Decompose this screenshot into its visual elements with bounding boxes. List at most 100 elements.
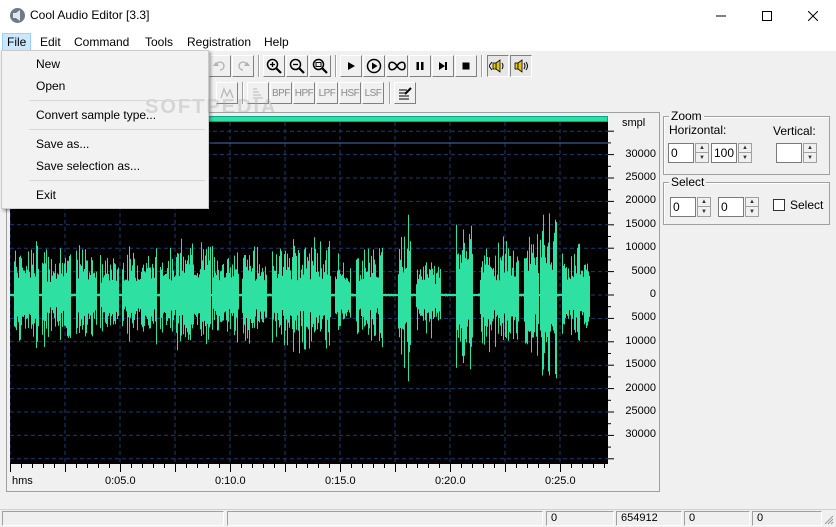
amplitude-label: 10000 (625, 241, 656, 254)
menu-item-save-as[interactable]: Save as... (36, 137, 89, 151)
amplitude-label: 5000 (631, 264, 656, 277)
select-start-field[interactable]: 0 (670, 197, 696, 217)
stereo-left-button[interactable] (487, 55, 509, 77)
amplitude-label: 30000 (625, 428, 656, 441)
zoom-in-icon (266, 58, 282, 74)
amplitude-label: 10000 (625, 334, 656, 347)
select-end-field[interactable]: 0 (718, 197, 744, 217)
time-ruler (10, 464, 605, 472)
play-button[interactable] (340, 55, 362, 77)
pause-icon (416, 62, 424, 70)
resize-grip-icon[interactable] (824, 515, 834, 525)
waveform-path (10, 213, 590, 382)
time-unit: hms (12, 475, 33, 487)
toolbar-separator (389, 82, 391, 104)
menu-command[interactable]: Command (69, 33, 134, 51)
menu-separator (29, 129, 205, 130)
amplitude-unit: smpl (622, 117, 646, 129)
amplitude-label: 30000 (625, 147, 656, 160)
close-button[interactable] (790, 0, 836, 31)
zoom-out-icon (289, 58, 305, 74)
speaker-app-icon (10, 8, 25, 23)
menu-item-convert-sample-type[interactable]: Convert sample type... (36, 108, 156, 122)
amplitude-label: 0 (649, 288, 656, 300)
pencil-list-icon (399, 87, 412, 100)
time-label: 0:20.0 (435, 475, 466, 487)
zoom-in-button[interactable] (263, 55, 285, 77)
select-checkbox-label: Select (790, 198, 824, 212)
amplitude-label: 25000 (625, 405, 656, 417)
redo-icon (238, 61, 250, 71)
menu-tools[interactable]: Tools (140, 33, 178, 51)
lpf-button[interactable]: LPF (316, 82, 338, 104)
select-checkbox[interactable] (773, 199, 785, 211)
menu-edit[interactable]: Edit (35, 33, 66, 51)
zoom-fit-icon (312, 58, 328, 74)
horizontal-label: Horizontal: (669, 123, 727, 137)
amplitude-label: 25000 (625, 171, 656, 183)
menu-item-save-selection-as[interactable]: Save selection as... (36, 159, 140, 173)
menu-item-new[interactable]: New (36, 57, 60, 71)
step-forward-button[interactable] (432, 55, 454, 77)
hpf-button[interactable]: HPF (293, 82, 315, 104)
menu-help[interactable]: Help (259, 33, 294, 51)
undo-button[interactable] (209, 55, 231, 77)
menu-separator (29, 180, 205, 181)
stop-button[interactable] (455, 55, 477, 77)
stop-icon (462, 62, 470, 70)
horizontal-zoom-value-field[interactable]: 100 (711, 143, 737, 163)
play-all-button[interactable] (363, 55, 385, 77)
zoom-group-title: Zoom (669, 109, 704, 123)
hsf-button[interactable]: HSF (339, 82, 361, 104)
minimize-button[interactable] (698, 0, 744, 31)
title-bar: Cool Audio Editor [3.3] (0, 0, 836, 31)
vertical-zoom-field[interactable] (776, 143, 802, 163)
menu-file[interactable]: File (2, 33, 32, 51)
horizontal-zoom-start-field[interactable]: 0 (668, 143, 694, 163)
menu-separator (29, 100, 205, 101)
zoom-fit-button[interactable] (309, 55, 331, 77)
menu-item-exit[interactable]: Exit (36, 188, 56, 202)
close-icon (808, 10, 818, 21)
vertical-zoom-spinner[interactable]: ▲ ▼ (803, 143, 817, 163)
maximize-icon (762, 10, 772, 21)
select-group-title: Select (669, 175, 707, 189)
amplitude-label: 20000 (625, 381, 656, 394)
lsf-button[interactable]: LSF (362, 82, 384, 104)
minimize-icon (716, 15, 726, 16)
step-forward-icon (439, 62, 447, 70)
play-icon (348, 62, 355, 70)
menu-item-open[interactable]: Open (36, 79, 65, 93)
maximize-button[interactable] (744, 0, 790, 31)
horizontal-zoom-value-spinner[interactable]: ▲ ▼ (738, 143, 752, 163)
status-cell-4: 654912 (616, 511, 682, 526)
speaker-right-icon (514, 59, 528, 73)
horizontal-zoom-start-spinner[interactable]: ▲ ▼ (695, 143, 709, 163)
undo-icon (213, 61, 225, 71)
vertical-label: Vertical: (773, 124, 816, 138)
pause-button[interactable] (409, 55, 431, 77)
status-cell-3: 0 (546, 511, 614, 526)
speaker-left-icon (489, 59, 504, 73)
menu-bar: File Edit Command Tools Registration Hel… (0, 31, 836, 51)
properties-button[interactable] (394, 82, 416, 104)
menu-registration[interactable]: Registration (182, 33, 256, 51)
stereo-right-button[interactable] (510, 55, 532, 77)
redo-button[interactable] (232, 55, 254, 77)
time-label: 0:25.0 (545, 475, 576, 487)
loop-button[interactable] (386, 55, 408, 77)
zoom-out-button[interactable] (286, 55, 308, 77)
time-label: 0:10.0 (215, 475, 246, 487)
status-cell-2 (227, 511, 543, 526)
time-label: 0:15.0 (325, 475, 356, 487)
status-cell-5: 0 (684, 511, 750, 526)
select-start-spinner[interactable]: ▲ ▼ (697, 197, 711, 217)
amplitude-label: 15000 (625, 217, 656, 230)
toolbar-separator (481, 55, 483, 77)
play-circle-icon (366, 58, 382, 74)
window-title: Cool Audio Editor [3.3] (30, 8, 150, 22)
status-cell-1 (2, 511, 224, 526)
select-end-spinner[interactable]: ▲ ▼ (745, 197, 759, 217)
amplitude-label: 5000 (631, 311, 656, 324)
time-label: 0:05.0 (105, 475, 136, 487)
